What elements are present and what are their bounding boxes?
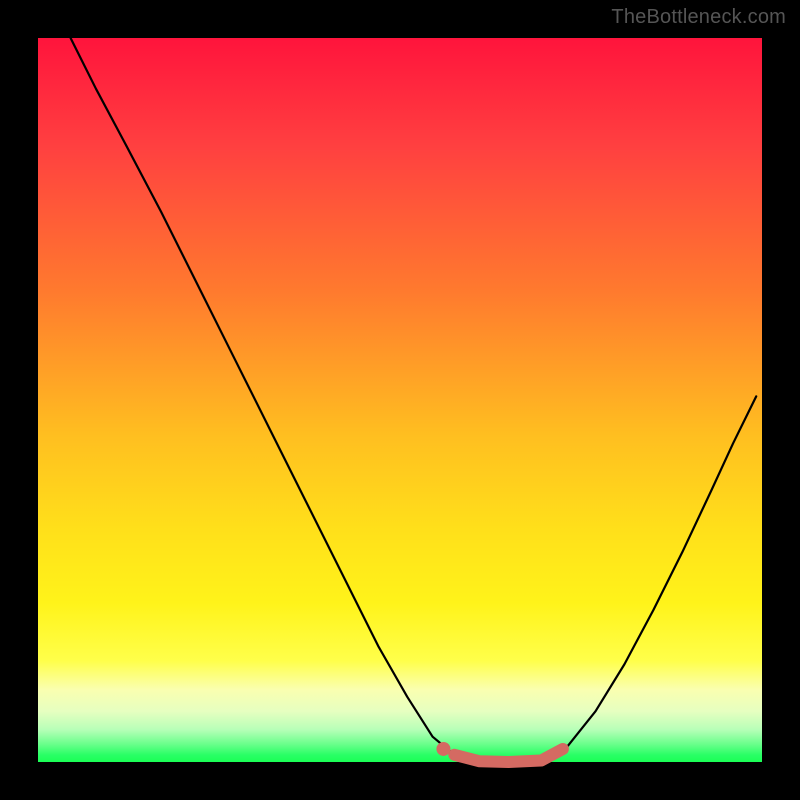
series-curve: [71, 38, 757, 762]
series-highlight-segment: [454, 749, 563, 762]
chart-svg: [38, 38, 762, 762]
highlight-dot: [436, 742, 450, 756]
attribution-text: TheBottleneck.com: [611, 6, 786, 29]
plot-area: [38, 38, 762, 762]
chart-frame: TheBottleneck.com: [0, 0, 800, 800]
